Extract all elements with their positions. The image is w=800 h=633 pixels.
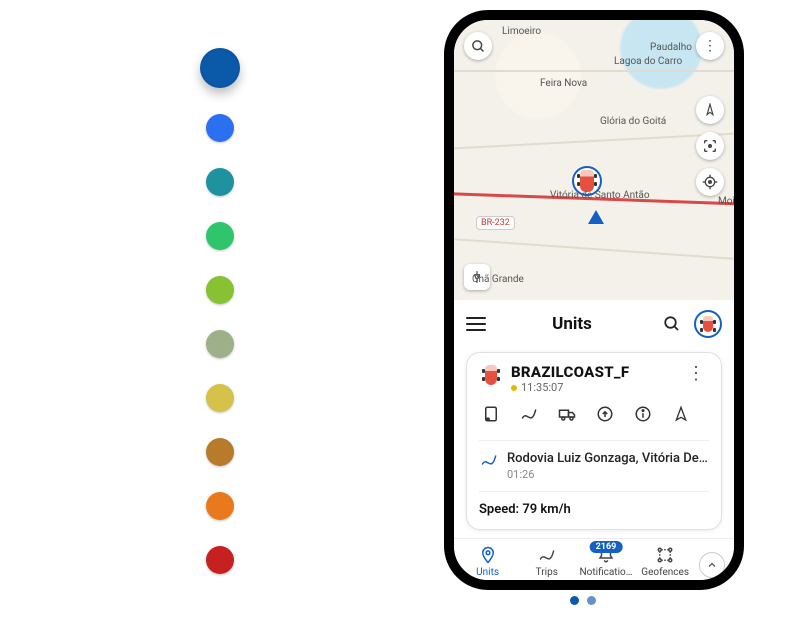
color-swatch[interactable] [206, 384, 234, 412]
speed-value: 79 km/h [522, 502, 570, 517]
color-swatch[interactable] [206, 330, 234, 358]
action-share-icon[interactable] [595, 404, 615, 424]
color-swatch[interactable] [206, 222, 234, 250]
map-compass-button[interactable] [696, 96, 724, 124]
unit-speed: Speed: 79 km/h [479, 502, 709, 517]
map-more-button[interactable]: ⋮ [696, 32, 724, 60]
bottom-sheet: Units BRAZILCOAST_F 11:35:07 ⋮ [454, 300, 734, 580]
nav-label: Notificatio… [580, 567, 633, 578]
map-center-button[interactable] [696, 132, 724, 160]
phone-frame: BR-232 ⋮ Limoeiro Paudalho Lagoa do Carro F… [444, 10, 744, 590]
action-route-icon[interactable] [519, 404, 539, 424]
unit-route-time: 01:26 [507, 468, 708, 481]
route-icon [479, 451, 499, 473]
map-place-label: Feira Nova [540, 78, 587, 89]
nav-geofences[interactable]: Geofences [640, 545, 690, 578]
pin-icon [479, 545, 497, 565]
color-swatch[interactable] [206, 492, 234, 520]
nav-label: Geofences [641, 567, 689, 578]
color-swatch[interactable] [206, 276, 234, 304]
speed-label: Speed: [479, 502, 519, 517]
road-shield: BR-232 [476, 216, 515, 230]
map-view[interactable]: BR-232 ⋮ Limoeiro Paudalho Lagoa do Carro F… [454, 20, 734, 300]
car-icon [485, 365, 497, 385]
action-info-icon[interactable] [633, 404, 653, 424]
action-truck-icon[interactable] [557, 404, 577, 424]
color-palette [200, 48, 240, 574]
color-swatch[interactable] [200, 48, 240, 88]
user-location-arrow [588, 210, 604, 224]
unit-card-menu[interactable]: ⋮ [683, 363, 709, 384]
color-swatch[interactable] [206, 438, 234, 466]
map-place-label: Glória do Goitá [600, 116, 666, 127]
nav-trips[interactable]: Trips [522, 545, 572, 578]
unit-avatar [479, 363, 503, 387]
map-search-button[interactable] [464, 32, 492, 60]
color-swatch[interactable] [206, 168, 234, 196]
nav-expand-button[interactable] [699, 552, 725, 578]
sheet-search-button[interactable] [658, 310, 686, 338]
carousel-dot[interactable] [570, 596, 579, 605]
map-place-label: Lagoa do Carro [614, 56, 682, 67]
sheet-header: Units [454, 300, 734, 344]
unit-time: 11:35:07 [511, 381, 675, 394]
action-report-icon[interactable] [481, 404, 501, 424]
unit-card-actions [479, 402, 709, 430]
action-nav-icon[interactable] [671, 404, 691, 424]
menu-button[interactable] [466, 317, 486, 331]
geofence-icon [656, 545, 674, 565]
trips-icon [537, 545, 557, 565]
nav-units[interactable]: Units [463, 545, 513, 578]
map-place-label: Chã Grande [472, 274, 524, 285]
unit-name: BRAZILCOAST_F [511, 363, 675, 381]
carousel-dot[interactable] [587, 596, 596, 605]
sheet-title: Units [494, 314, 650, 334]
color-swatch[interactable] [206, 546, 234, 574]
car-icon [580, 170, 594, 192]
map-place-label: Limoeiro [502, 26, 541, 37]
selected-unit-button[interactable] [694, 310, 722, 338]
carousel-dots [570, 596, 596, 605]
unit-card[interactable]: BRAZILCOAST_F 11:35:07 ⋮ Rodovia Lui [466, 352, 722, 530]
nav-label: Units [476, 567, 499, 578]
notifications-badge: 2169 [590, 541, 623, 553]
map-place-label: Moi [718, 196, 734, 207]
nav-label: Trips [536, 567, 558, 578]
bottom-nav: Units Trips 2169 Notificatio… Geofences [454, 538, 734, 586]
color-swatch[interactable] [206, 114, 234, 142]
map-place-label: Vitória de Santo Antão [550, 190, 650, 201]
map-locate-button[interactable] [696, 168, 724, 196]
car-icon [703, 316, 713, 332]
nav-notifications[interactable]: 2169 Notificatio… [581, 545, 631, 578]
unit-route-address: Rodovia Luiz Gonzaga, Vitória De… [507, 451, 708, 466]
map-place-label: Paudalho [650, 42, 692, 53]
unit-route-row: Rodovia Luiz Gonzaga, Vitória De… 01:26 [479, 451, 709, 481]
